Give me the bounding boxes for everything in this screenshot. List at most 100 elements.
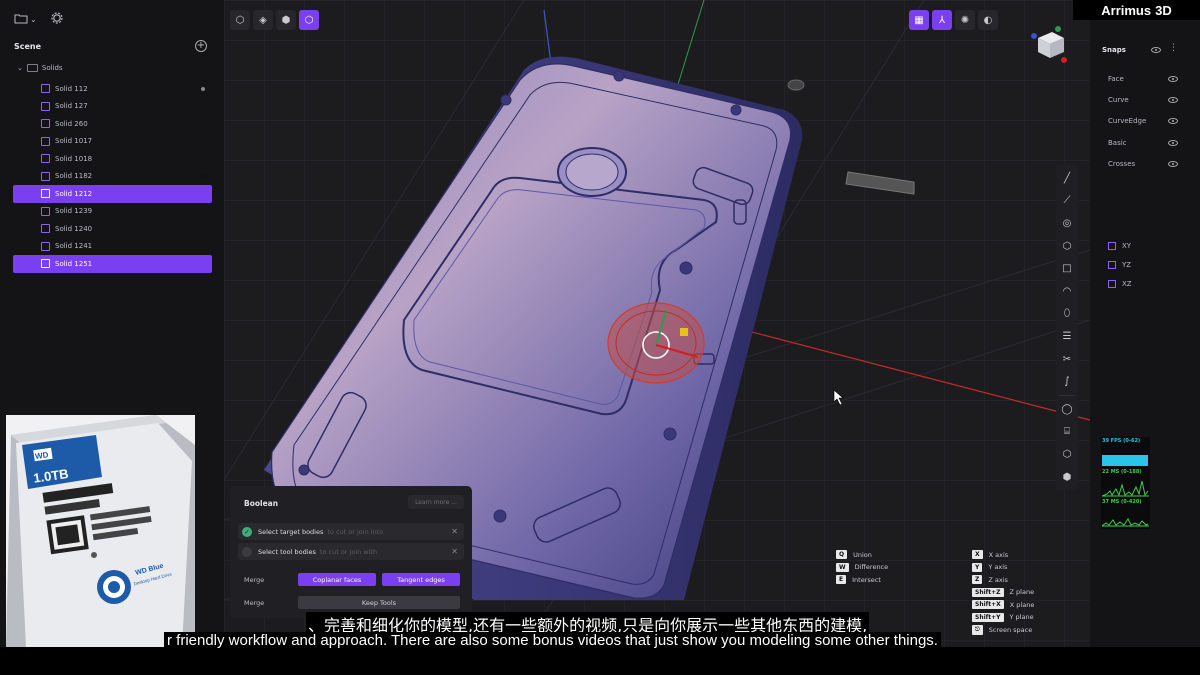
sphere-icon: ◐ (983, 14, 993, 26)
snaps-title: Snaps (1102, 46, 1126, 54)
sphere-icon: ◯ (1061, 403, 1073, 415)
coplanar-faces-toggle[interactable]: Coplanar faces (298, 573, 376, 586)
arc-tool-button[interactable]: ◠ (1056, 280, 1078, 303)
cylinder-tool-button[interactable]: ⌸ (1056, 421, 1078, 444)
subtitle-english: r friendly workflow and approach. There … (164, 632, 941, 649)
boolean-tool-button[interactable]: ⬢ (1056, 466, 1078, 489)
shortcut-label: X axis (988, 550, 1009, 559)
view-mode-button-3[interactable]: ⬢ (276, 10, 296, 30)
boolean-icon: ⬢ (1062, 471, 1072, 483)
polyline-tool-button[interactable]: ⟋ (1056, 190, 1078, 213)
gear-icon (51, 12, 63, 27)
snaps-panel: Snaps ⋮ Face Curve CurveEdge Basic Crosses X… (1090, 0, 1200, 647)
ellipse-tool-button[interactable]: ⬯ (1056, 303, 1078, 326)
shortcut-label: Z plane (1009, 588, 1035, 596)
snap-item-label[interactable]: Basic (1108, 139, 1127, 147)
rectangle-tool-button[interactable]: □ (1056, 257, 1078, 280)
axes-toggle-button[interactable]: ⅄ (932, 10, 952, 30)
tool-bodies-hint: to cut or join with (319, 547, 378, 556)
cut-tool-button[interactable]: ✂ (1056, 348, 1078, 371)
channel-logo: Arrimus 3D (1073, 0, 1200, 20)
keep-tools-toggle[interactable]: Keep Tools (298, 596, 460, 609)
brand-name: Arrimus (1101, 2, 1152, 18)
polygon-tool-button[interactable]: ⬡ (1056, 235, 1078, 258)
snap-item-label[interactable]: Curve (1108, 96, 1129, 104)
view-cube[interactable] (1030, 24, 1070, 64)
ms-readout-1: 22 MS (0-188) (1102, 469, 1142, 475)
eye-icon[interactable] (1168, 76, 1178, 82)
solid-item-label: Solid 1018 (55, 154, 93, 163)
circle-tool-button[interactable]: ◎ (1056, 212, 1078, 235)
curve-tool-button[interactable]: ∫ (1056, 370, 1078, 393)
ms-graph-1 (1102, 480, 1149, 497)
extrude-tool-button[interactable]: ☰ (1056, 325, 1078, 348)
plane-item-label: XY (1122, 242, 1132, 250)
shortcut-row: Z Z axis (972, 575, 1008, 584)
line-tool-button[interactable]: ╱ (1056, 167, 1078, 190)
sphere-tool-button[interactable]: ◯ (1056, 398, 1078, 421)
box-tool-button[interactable]: ⬡ (1056, 443, 1078, 466)
cube-icon (41, 259, 50, 269)
view-mode-button-4[interactable]: ⬡ (299, 10, 319, 30)
file-menu-button[interactable]: ⌄ (14, 13, 37, 27)
snap-item-label[interactable]: CurveEdge (1108, 117, 1146, 125)
solid-item[interactable]: Solid 1182 (13, 168, 212, 186)
solid-item[interactable]: Solid 1251 (13, 255, 212, 273)
eye-icon[interactable] (1168, 118, 1178, 125)
target-bodies-label: Select target bodies (258, 527, 324, 536)
solid-item[interactable]: Solid 112 (13, 80, 212, 98)
cube-icon (41, 206, 50, 216)
3d-viewport[interactable]: ⬡ ◈ ⬢ ⬡ ▦ ⅄ ✺ ◐ ╱ ⟋ ◎ ⬡ □ ◠ ⬯ ☰ ✂ ∫ ◯ ⌸ … (224, 0, 1090, 647)
shortcut-label: Intersect (852, 575, 881, 584)
grid-icon: ▦ (914, 14, 924, 26)
snap-item-label[interactable]: Face (1108, 75, 1124, 83)
solid-item[interactable]: Solid 127 (13, 98, 212, 116)
fps-readout: 39 FPS (0-62) (1102, 438, 1141, 444)
add-scene-item-button[interactable]: + (195, 40, 207, 52)
eye-icon[interactable] (1151, 47, 1161, 53)
snaps-settings-icon[interactable]: ⋮ (1169, 43, 1178, 53)
plane-item[interactable]: XY (1108, 242, 1131, 250)
solid-item[interactable]: Solid 1017 (13, 133, 212, 151)
tangent-edges-toggle[interactable]: Tangent edges (382, 573, 460, 586)
clear-tool-icon[interactable]: ✕ (451, 547, 458, 556)
shortcut-label: Y axis (988, 563, 1008, 571)
target-bodies-hint: to cut or join into (327, 527, 384, 536)
eye-icon[interactable] (1168, 97, 1178, 104)
settings-button[interactable] (51, 12, 63, 27)
target-bodies-selector[interactable]: ✓ Select target bodies to cut or join in… (238, 523, 464, 540)
status-dot-icon (201, 86, 205, 91)
left-top-tools: ⌄ (14, 12, 63, 27)
solid-item[interactable]: Solid 1212 (13, 185, 212, 203)
check-circle-icon: ✓ (242, 526, 252, 537)
eye-icon[interactable] (1168, 160, 1178, 167)
tool-bodies-selector[interactable]: Select tool bodies to cut or join with ✕ (238, 543, 464, 560)
eye-icon[interactable] (1168, 139, 1178, 146)
arc-icon: ◠ (1062, 285, 1072, 297)
environment-button[interactable]: ◐ (978, 10, 998, 30)
solid-item[interactable]: Solid 1018 (13, 150, 212, 168)
solid-item-label: Solid 1239 (55, 207, 93, 216)
shortcut-key: X (972, 550, 983, 559)
photo-brand: WD (35, 450, 50, 461)
solid-item[interactable]: Solid 1241 (13, 238, 212, 256)
learn-more-button[interactable]: Learn more ... (408, 495, 464, 509)
cube-icon (41, 136, 50, 146)
shortcut-label: Screen space (988, 626, 1033, 634)
view-mode-button-2[interactable]: ◈ (253, 10, 273, 30)
solid-item[interactable]: Solid 1239 (13, 203, 212, 221)
clear-target-icon[interactable]: ✕ (451, 527, 458, 536)
render-settings-button[interactable]: ✺ (955, 10, 975, 30)
cube-icon (41, 189, 50, 199)
ms-readout-2: 37 MS (0-420) (1102, 499, 1142, 505)
solid-item[interactable]: Solid 260 (13, 115, 212, 133)
plane-item[interactable]: YZ (1108, 261, 1131, 269)
grid-toggle-button[interactable]: ▦ (909, 10, 929, 30)
status-dot-icon (201, 174, 205, 179)
plane-item[interactable]: XZ (1108, 280, 1132, 288)
curve-icon: ∫ (1064, 376, 1070, 388)
solid-item[interactable]: Solid 1240 (13, 220, 212, 238)
view-mode-button-1[interactable]: ⬡ (230, 10, 250, 30)
solids-group[interactable]: ⌄ Solids (17, 64, 63, 72)
snap-item-label[interactable]: Crosses (1108, 160, 1135, 168)
